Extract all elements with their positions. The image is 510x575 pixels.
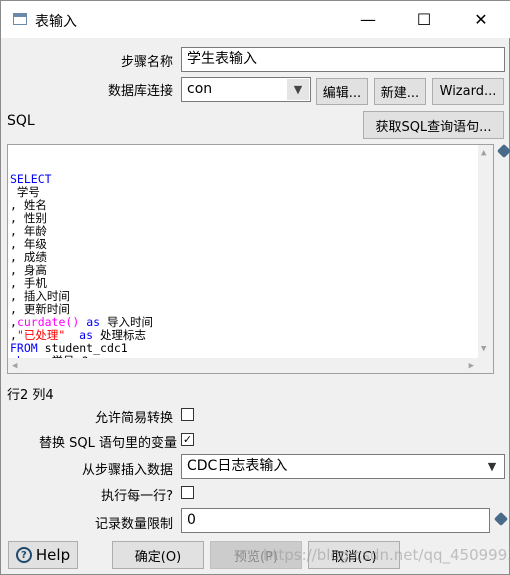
sql-token: ,: [10, 328, 17, 342]
sql-label: SQL: [7, 113, 35, 129]
sql-editor[interactable]: SELECT 学号, 姓名, 性别, 年龄, 年级, 成绩, 身高, 手机, 插…: [7, 144, 494, 374]
sql-token: 学号: [10, 185, 40, 199]
sql-token: , 性别: [10, 211, 47, 225]
step-name-label: 步骤名称: [120, 55, 173, 70]
execute-each-row-label: 执行每一行?: [101, 489, 173, 504]
title-bar: 表输入 — ☐ ✕: [1, 1, 510, 38]
sql-token: , 更新时间: [10, 302, 70, 316]
sql-line: , 身高: [10, 264, 491, 277]
chevron-down-icon: ▼: [481, 456, 503, 477]
connection-select[interactable]: con ▼: [181, 77, 311, 102]
sql-line: , 插入时间: [10, 290, 491, 303]
chevron-down-icon: ▼: [287, 79, 309, 100]
insert-from-step-select[interactable]: CDC日志表输入 ▼: [181, 454, 505, 479]
sql-line: , 成绩: [10, 251, 491, 264]
sql-token: , 姓名: [10, 198, 47, 212]
edit-connection-button[interactable]: 编辑...: [316, 78, 368, 105]
step-name-input[interactable]: 学生表输入: [181, 47, 505, 72]
minimize-button[interactable]: —: [345, 5, 391, 33]
variable-diamond-icon: [496, 143, 510, 159]
close-button[interactable]: ✕: [458, 5, 504, 33]
help-button[interactable]: ? Help: [8, 541, 78, 569]
sql-token: , 年龄: [10, 224, 47, 238]
sql-token: as: [86, 315, 101, 329]
sql-token: , 身高: [10, 263, 47, 277]
help-icon: ?: [15, 547, 32, 563]
execute-each-row-checkbox[interactable]: [181, 486, 194, 499]
scroll-corner: [478, 358, 493, 373]
lazy-conversion-label: 允许简易转换: [94, 411, 173, 426]
maximize-button[interactable]: ☐: [401, 5, 447, 33]
sql-token: "已处理": [16, 328, 66, 342]
limit-input[interactable]: 0: [181, 508, 490, 533]
insert-from-step-value: CDC日志表输入: [187, 458, 288, 474]
sql-token: 导入时间: [100, 315, 153, 329]
connection-label: 数据库连接: [107, 84, 173, 99]
sql-token: SELECT: [10, 172, 52, 186]
watermark: https://blog.csdn.net/qq_45099933: [263, 546, 510, 564]
sql-line: , 性别: [10, 212, 491, 225]
new-connection-button[interactable]: 新建...: [374, 78, 426, 105]
connection-value: con: [187, 81, 213, 97]
vertical-scrollbar[interactable]: ▲ ▼: [478, 145, 493, 358]
sql-token: 处理标志: [93, 328, 146, 342]
sql-token: as: [79, 328, 94, 342]
sql-token: FROM: [10, 341, 38, 355]
sql-token: , 手机: [10, 276, 47, 290]
cursor-position: 行2 列4: [7, 388, 54, 403]
sql-line: , 手机: [10, 277, 491, 290]
sql-text: SELECT 学号, 姓名, 性别, 年龄, 年级, 成绩, 身高, 手机, 插…: [10, 173, 491, 368]
get-sql-button[interactable]: 获取SQL查询语句...: [363, 111, 504, 139]
wizard-button[interactable]: Wizard...: [432, 78, 504, 105]
lazy-conversion-checkbox[interactable]: [181, 408, 194, 421]
sql-token: curdate(): [16, 315, 80, 329]
horizontal-scrollbar[interactable]: ◀ ▶: [8, 358, 478, 373]
sql-line: , 年龄: [10, 225, 491, 238]
sql-token: ,: [10, 315, 17, 329]
window-title: 表输入: [35, 14, 77, 30]
replace-vars-label: 替换 SQL 语句里的变量: [39, 436, 177, 451]
limit-label: 记录数量限制: [94, 517, 173, 532]
variable-diamond-icon: [493, 511, 509, 527]
sql-token: , 成绩: [10, 250, 47, 264]
sql-line: SELECT: [10, 173, 491, 186]
table-input-icon: [13, 13, 27, 25]
sql-line: , 年级: [10, 238, 491, 251]
help-label: Help: [35, 546, 71, 564]
replace-vars-checkbox[interactable]: ✓: [181, 433, 194, 446]
sql-token: , 插入时间: [10, 289, 70, 303]
sql-token: , 年级: [10, 237, 47, 251]
insert-from-step-label: 从步骤插入数据: [81, 463, 173, 478]
sql-token: student_cdc1: [37, 341, 128, 355]
ok-button[interactable]: 确定(O): [112, 541, 204, 569]
sql-line: 学号: [10, 186, 491, 199]
sql-line: , 姓名: [10, 199, 491, 212]
